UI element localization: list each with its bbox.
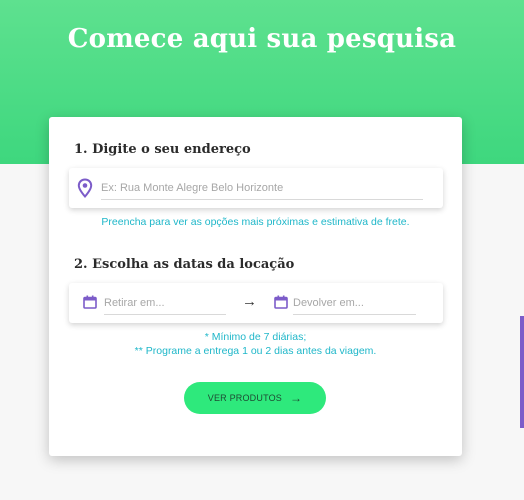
search-card: 1. Digite o seu endereço Preencha para v… [49, 117, 462, 456]
view-products-button[interactable]: VER PRODUTOS → [184, 382, 326, 414]
minimum-days-note: * Mínimo de 7 diárias; [204, 331, 307, 343]
view-products-label: VER PRODUTOS [207, 393, 283, 403]
return-date-input[interactable] [293, 291, 416, 315]
dates-field-container: → [69, 283, 443, 323]
side-accent-bar [520, 316, 524, 428]
pickup-date-input[interactable] [104, 291, 226, 315]
dates-section-title: 2. Escolha as datas da locação [74, 257, 295, 272]
calendar-icon[interactable] [83, 295, 97, 309]
calendar-icon[interactable] [274, 295, 288, 309]
address-field-container [69, 168, 443, 208]
address-section-title: 1. Digite o seu endereço [74, 142, 251, 157]
delivery-advice-note: ** Programe a entrega 1 ou 2 dias antes … [134, 345, 377, 357]
page-title: Comece aqui sua pesquisa [67, 24, 457, 54]
location-pin-icon [77, 178, 93, 198]
address-input[interactable] [101, 176, 423, 200]
arrow-right-icon: → [290, 391, 303, 405]
arrow-right-icon: → [242, 293, 257, 310]
address-helper-text: Preencha para ver as opções mais próxima… [101, 216, 410, 228]
